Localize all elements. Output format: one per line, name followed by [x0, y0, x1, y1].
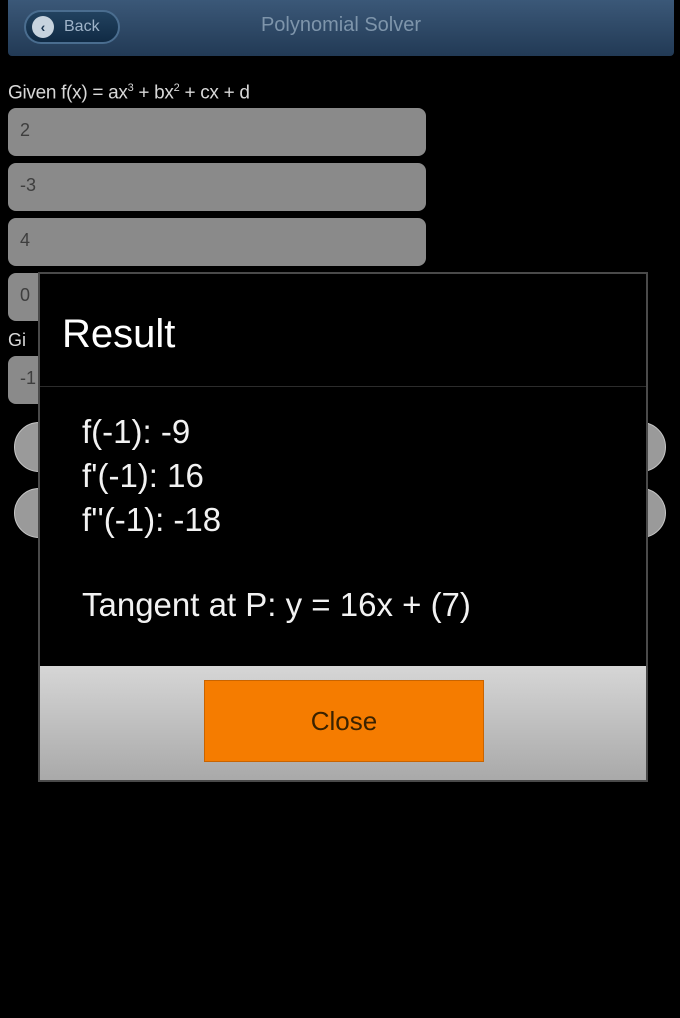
coefficient-b-input[interactable]: -3 — [8, 163, 426, 211]
given-prefix: Given f(x) = ax — [8, 82, 128, 104]
navigation-bar: ‹ Back Polynomial Solver — [8, 0, 674, 56]
close-button-label: Close — [310, 705, 378, 736]
dialog-title: Result — [62, 312, 176, 356]
coefficient-a-input[interactable]: 2 — [8, 108, 426, 156]
point-label: Gi — [8, 330, 26, 350]
result-values: f(-1): -9 f'(-1): 16 f''(-1): -18 — [82, 410, 221, 542]
dialog-footer: Close — [40, 666, 646, 780]
given-mid: + bx — [133, 82, 174, 104]
given-suffix: + cx + d — [179, 82, 250, 104]
result-dialog: Result f(-1): -9 f'(-1): 16 f''(-1): -18… — [38, 272, 648, 782]
result-line-value: f(-1): -9 — [82, 413, 191, 450]
function-definition-label: Given f(x) = ax3 + bx2 + cx + d — [8, 82, 250, 104]
tangent-line-result: Tangent at P: y = 16x + (7) — [82, 586, 471, 623]
title-divider — [40, 386, 646, 387]
page-title: Polynomial Solver — [260, 14, 422, 36]
result-line-first-derivative: f'(-1): 16 — [82, 457, 204, 494]
result-line-second-derivative: f''(-1): -18 — [82, 501, 222, 538]
close-button[interactable]: Close — [204, 680, 484, 762]
polynomial-solver-screen: ‹ Back Polynomial Solver Given f(x) = ax… — [0, 0, 680, 1018]
coefficient-c-input[interactable]: 4 — [8, 218, 426, 266]
